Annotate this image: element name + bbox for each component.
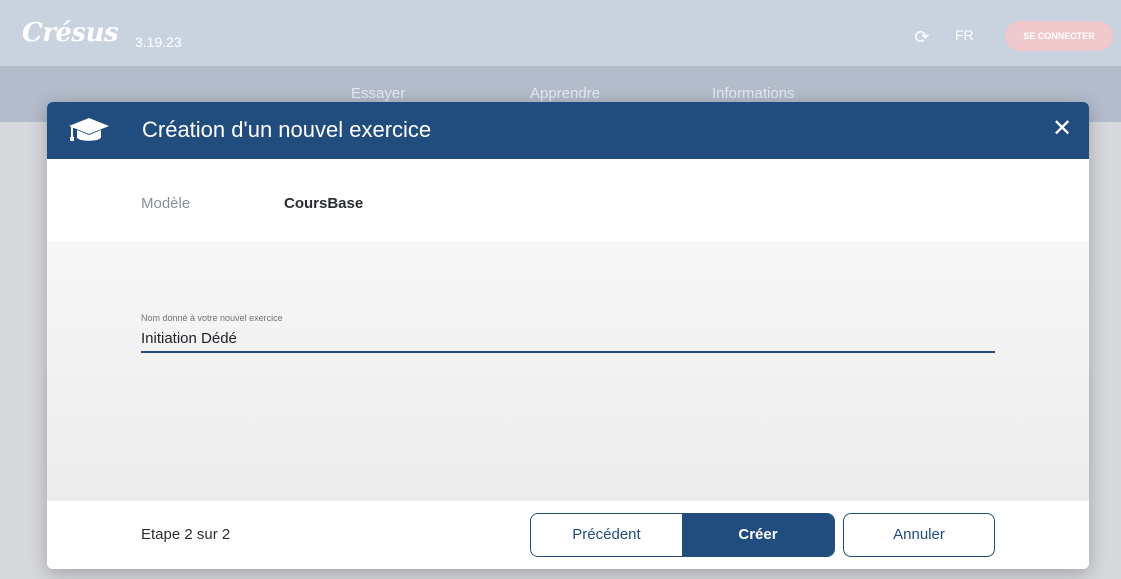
new-exercise-dialog: Création d'un nouvel exercice ✕ Modèle C… bbox=[47, 102, 1089, 569]
graduation-cap-icon bbox=[67, 115, 111, 147]
connect-button[interactable]: SE CONNECTER bbox=[1005, 21, 1113, 51]
navigation-button-group: Précédent Créer bbox=[530, 513, 835, 557]
sync-icon[interactable]: ⟳ bbox=[912, 27, 932, 47]
previous-button[interactable]: Précédent bbox=[531, 514, 682, 556]
form-area: Nom donné à votre nouvel exercice bbox=[47, 241, 1089, 501]
model-label: Modèle bbox=[141, 195, 191, 212]
app-version: 3.19.23 bbox=[135, 34, 182, 50]
nav-link-essayer[interactable]: Essayer bbox=[351, 85, 405, 102]
step-indicator: Etape 2 sur 2 bbox=[141, 526, 231, 543]
nav-link-informations[interactable]: Informations bbox=[712, 85, 795, 102]
app-logo: Crésus bbox=[22, 18, 119, 48]
close-icon[interactable]: ✕ bbox=[1048, 115, 1076, 143]
dialog-title: Création d'un nouvel exercice bbox=[142, 117, 432, 142]
dialog-header: Création d'un nouvel exercice ✕ bbox=[47, 102, 1089, 159]
language-selector[interactable]: FR bbox=[955, 27, 974, 43]
exercise-name-label: Nom donné à votre nouvel exercice bbox=[141, 313, 283, 323]
dialog-footer: Etape 2 sur 2 Précédent Créer Annuler bbox=[47, 501, 1089, 569]
cancel-button[interactable]: Annuler bbox=[843, 513, 995, 557]
exercise-name-input[interactable] bbox=[141, 325, 995, 353]
create-button[interactable]: Créer bbox=[682, 514, 834, 556]
model-info: Modèle CoursBase bbox=[47, 159, 1089, 241]
nav-link-apprendre[interactable]: Apprendre bbox=[530, 85, 600, 102]
app-header: Crésus 3.19.23 ⟳ FR SE CONNECTER bbox=[0, 0, 1121, 66]
model-value: CoursBase bbox=[284, 195, 364, 212]
